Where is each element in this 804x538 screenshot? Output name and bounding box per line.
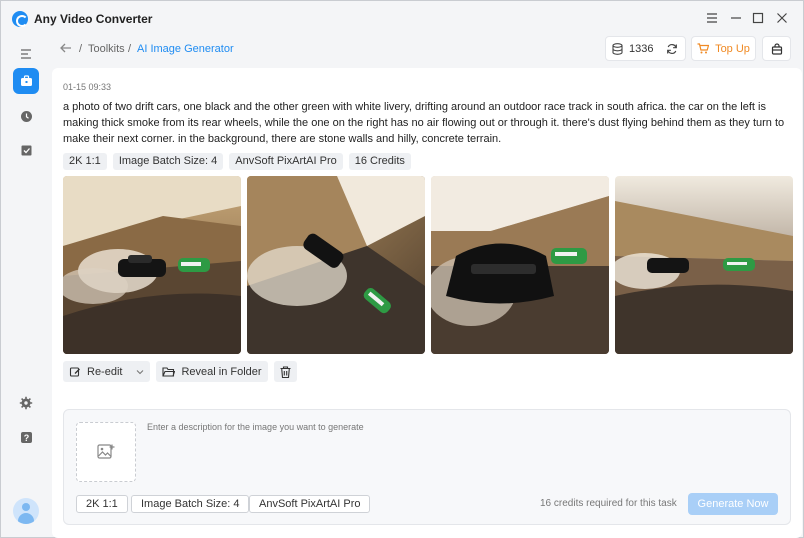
folder-icon: [162, 367, 176, 377]
task-timestamp: 01-15 09:33: [63, 82, 112, 92]
generated-image-4[interactable]: [615, 176, 793, 354]
re-edit-label: Re-edit: [87, 365, 123, 378]
generated-images: [63, 176, 793, 354]
app-logo-icon: [12, 11, 28, 27]
shopping-bag-icon: [771, 42, 782, 55]
image-actions: Re-edit Reveal in Folder: [63, 361, 297, 382]
menu-icon[interactable]: [704, 10, 720, 26]
credits-balance[interactable]: 1336: [605, 36, 686, 61]
maximize-icon[interactable]: [750, 10, 766, 26]
minimize-icon[interactable]: [728, 10, 744, 26]
task-tags: 2K 1:1 Image Batch Size: 4 AnvSoft PixAr…: [63, 153, 411, 170]
generated-image-2[interactable]: [247, 176, 425, 354]
trash-icon: [280, 365, 291, 378]
sidebar-item-history[interactable]: [13, 103, 39, 129]
tag-credits: 16 Credits: [348, 153, 411, 170]
breadcrumb-separator: /: [128, 43, 132, 55]
avatar[interactable]: [13, 498, 39, 524]
coins-icon: [612, 42, 623, 55]
top-up-label: Top Up: [715, 42, 750, 55]
settings-icon[interactable]: [13, 390, 39, 416]
reveal-in-folder-button[interactable]: Reveal in Folder: [156, 361, 268, 382]
sidebar: ?: [1, 35, 51, 537]
breadcrumb-toolkits[interactable]: Toolkits: [88, 43, 125, 55]
svg-text:?: ?: [23, 433, 29, 443]
app-title: Any Video Converter: [34, 12, 153, 26]
top-up-button[interactable]: Top Up: [691, 36, 756, 61]
delete-button[interactable]: [273, 361, 297, 382]
generated-image-1[interactable]: [63, 176, 241, 354]
sidebar-item-tasks[interactable]: [13, 137, 39, 163]
tag-batch-size: Image Batch Size: 4: [112, 153, 224, 170]
store-button[interactable]: [762, 36, 791, 61]
sidebar-toggle-icon[interactable]: [13, 41, 39, 67]
chevron-down-icon[interactable]: [136, 369, 144, 375]
help-icon[interactable]: ?: [13, 424, 39, 450]
edit-icon: [69, 366, 80, 377]
reveal-label: Reveal in Folder: [181, 365, 262, 378]
sidebar-item-toolkits[interactable]: [13, 68, 39, 94]
re-edit-button[interactable]: Re-edit: [63, 361, 151, 382]
resolution-select[interactable]: 2K 1:1: [76, 495, 128, 513]
image-upload-box[interactable]: [76, 422, 136, 482]
clock-icon: [20, 110, 32, 122]
refresh-icon[interactable]: [666, 43, 678, 55]
breadcrumb-separator: /: [79, 43, 83, 55]
prompt-input[interactable]: Enter a description for the image you wa…: [147, 422, 364, 432]
generate-now-button[interactable]: Generate Now: [688, 493, 778, 515]
breadcrumb-current: AI Image Generator: [137, 43, 234, 55]
model-select[interactable]: AnvSoft PixArtAI Pro: [249, 495, 371, 513]
credits-count: 1336: [629, 42, 654, 55]
back-arrow-icon[interactable]: [59, 41, 73, 58]
close-icon[interactable]: [774, 10, 790, 26]
toolbox-icon: [20, 75, 32, 86]
app-window: Any Video Converter ? / Toolkits / AI Im…: [0, 0, 804, 538]
generated-image-3[interactable]: [431, 176, 609, 354]
tag-resolution: 2K 1:1: [63, 153, 107, 170]
title-bar: Any Video Converter: [1, 1, 803, 35]
task-prompt: a photo of two drift cars, one black and…: [63, 101, 785, 145]
credits-requirement: 16 credits required for this task: [540, 498, 677, 509]
cart-icon: [697, 43, 710, 54]
batch-size-select[interactable]: Image Batch Size: 4: [131, 495, 250, 513]
tag-model: AnvSoft PixArtAI Pro: [229, 153, 343, 170]
add-image-icon: [97, 444, 115, 459]
task-list-icon: [21, 145, 31, 155]
